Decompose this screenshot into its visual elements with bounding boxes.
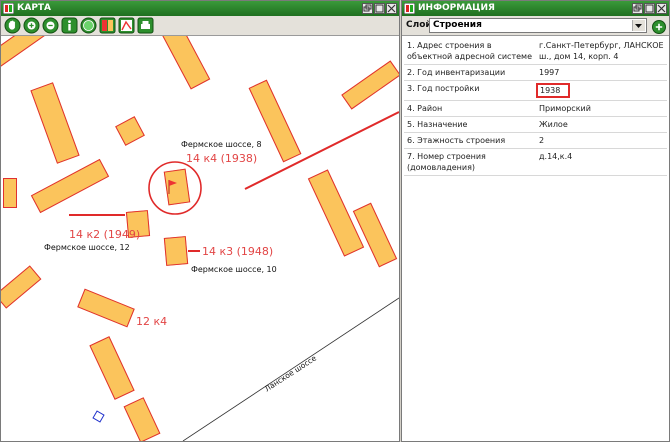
layers-icon[interactable] (99, 17, 116, 34)
attribute-key: 2. Год инвентаризации (404, 64, 536, 81)
flag-icon (168, 180, 177, 194)
highlighted-value: 1938 (536, 83, 571, 98)
pan-icon[interactable] (4, 17, 21, 34)
attribute-table: 1. Адрес строения в объектной адресной с… (404, 38, 667, 176)
info-icon[interactable] (61, 17, 78, 34)
attribute-key: 7. Номер строения (домовладения) (404, 148, 536, 176)
annotation-k4: 14 к4 (1938) (186, 152, 258, 165)
print-icon[interactable] (137, 17, 154, 34)
add-icon[interactable] (652, 19, 666, 34)
info-titlebar: ИНФОРМАЦИЯ (402, 1, 669, 16)
table-row: 3. Год постройки 1938 (404, 80, 667, 101)
map-icon[interactable] (118, 17, 135, 34)
close-button[interactable] (656, 3, 667, 14)
table-row: 2. Год инвентаризации 1997 (404, 64, 667, 81)
callout-line-info (244, 111, 399, 190)
attribute-value: 1997 (536, 64, 667, 81)
globe-icon[interactable] (80, 17, 97, 34)
attribute-key: 4. Район (404, 100, 536, 117)
attribute-value: Жилое (536, 116, 667, 133)
selection-circle (148, 161, 202, 215)
window-app-icon (404, 3, 415, 14)
map-panel: КАРТА Фермское шоссе, 8 14 к4 (1938) 14 … (0, 0, 400, 442)
zoom-out-icon[interactable] (42, 17, 59, 34)
window-app-icon (3, 3, 14, 14)
maximize-button[interactable] (374, 3, 385, 14)
layer-value: Строения (433, 20, 482, 30)
close-button[interactable] (386, 3, 397, 14)
annotation-k3: 14 к3 (1948) (202, 245, 274, 258)
map-canvas[interactable]: Фермское шоссе, 8 14 к4 (1938) 14 к2 (19… (1, 36, 399, 441)
attribute-key: 3. Год постройки (404, 80, 536, 101)
annotation-k2: 14 к2 (1949) (69, 228, 141, 241)
address-label-10: Фермское шоссе, 10 (191, 265, 277, 274)
attribute-value: 2 (536, 132, 667, 149)
table-row: 5. Назначение Жилое (404, 116, 667, 133)
map-title: КАРТА (17, 3, 52, 13)
address-label-8: Фермское шоссе, 8 (181, 140, 262, 149)
annotation-12k4: 12 к4 (136, 315, 168, 328)
layer-select[interactable]: Строения (429, 18, 647, 33)
layer-bar: Слой Строения (402, 16, 669, 36)
attribute-key: 6. Этажность строения (404, 132, 536, 149)
attribute-value: г.Санкт-Петербург, ЛАНСКОЕ ш., дом 14, к… (536, 38, 667, 65)
table-row: 4. Район Приморский (404, 100, 667, 117)
table-row: 6. Этажность строения 2 (404, 132, 667, 149)
map-titlebar: КАРТА (1, 1, 399, 16)
zoom-in-icon[interactable] (23, 17, 40, 34)
map-overlay (69, 111, 399, 441)
address-label-12: Фермское шоссе, 12 (44, 243, 130, 252)
maximize-button[interactable] (644, 3, 655, 14)
restore-button[interactable] (362, 3, 373, 14)
attribute-key: 5. Назначение (404, 116, 536, 133)
attribute-value: Приморский (536, 100, 667, 117)
chevron-down-icon[interactable] (632, 20, 645, 31)
layer-label: Слой (406, 20, 432, 30)
attribute-value: д.14,к.4 (536, 148, 667, 176)
table-row: 7. Номер строения (домовладения) д.14,к.… (404, 148, 667, 176)
info-title: ИНФОРМАЦИЯ (418, 3, 495, 13)
attribute-key: 1. Адрес строения в объектной адресной с… (404, 38, 536, 65)
restore-button[interactable] (632, 3, 643, 14)
map-toolbar (1, 16, 399, 36)
info-panel: ИНФОРМАЦИЯ Слой Строения 1. Адрес строен… (401, 0, 670, 442)
table-row: 1. Адрес строения в объектной адресной с… (404, 38, 667, 65)
